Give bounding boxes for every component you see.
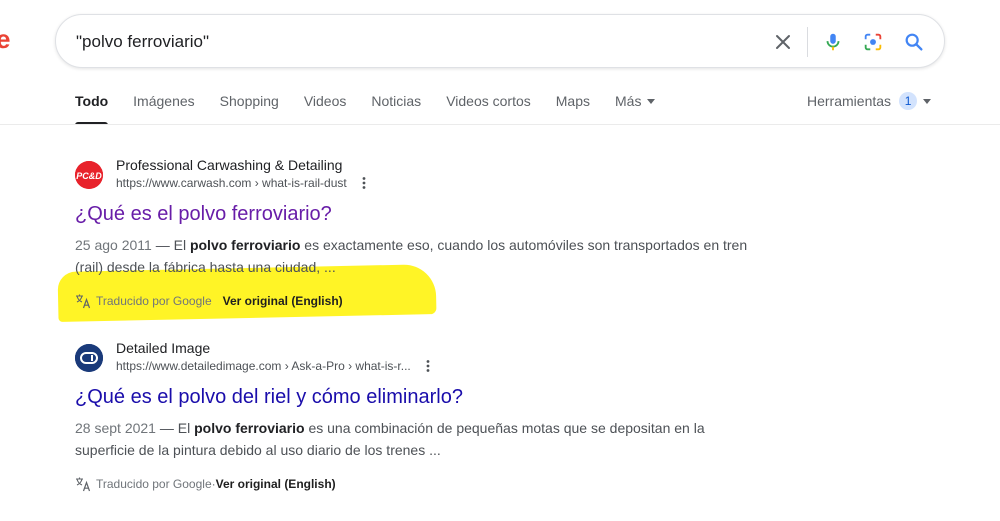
tabs-divider: [0, 124, 1000, 125]
snippet-text: — El: [151, 237, 190, 253]
google-logo-fragment[interactable]: e: [0, 24, 10, 54]
chevron-down-icon: [923, 99, 932, 104]
tab-mas-label: Más: [615, 93, 642, 109]
view-original-link[interactable]: Ver original (English): [216, 477, 336, 491]
result-snippet: 25 ago 2011 — El polvo ferroviario es ex…: [75, 234, 765, 278]
search-input[interactable]: [76, 30, 736, 54]
translate-icon: [76, 294, 91, 309]
tools-label: Herramientas: [807, 93, 892, 109]
view-original-link[interactable]: Ver original (English): [223, 294, 343, 308]
tab-mas[interactable]: Más: [615, 93, 656, 124]
search-tabs: Todo Imágenes Shopping Videos Noticias V…: [75, 93, 680, 125]
snippet-bold: polvo ferroviario: [194, 420, 305, 436]
tab-shopping[interactable]: Shopping: [220, 93, 279, 124]
translation-row: Traducido por Google Ver original (Engli…: [75, 292, 775, 310]
site-favicon[interactable]: [75, 344, 103, 372]
tab-imagenes[interactable]: Imágenes: [133, 93, 194, 124]
microphone-icon[interactable]: [819, 28, 847, 56]
result-date: 28 sept 2021: [75, 420, 156, 436]
clear-icon[interactable]: [769, 28, 797, 56]
result-site-info: PC&D Professional Carwashing & Detailing…: [75, 157, 775, 193]
search-divider: [807, 27, 808, 57]
chevron-down-icon: [647, 99, 656, 104]
result-date: 25 ago 2011: [75, 237, 152, 253]
translated-by-google-label: Traducido por Google: [96, 294, 212, 308]
site-name[interactable]: Detailed Image: [116, 340, 210, 356]
result-title-link[interactable]: ¿Qué es el polvo del riel y cómo elimina…: [75, 384, 775, 410]
carwash-logo-icon: PC&D: [75, 161, 103, 189]
tools-button[interactable]: Herramientas 1: [807, 92, 932, 110]
tab-todo[interactable]: Todo: [75, 93, 109, 125]
site-url-text: https://www.carwash.com › what-is-rail-d…: [116, 176, 347, 190]
site-url[interactable]: https://www.carwash.com › what-is-rail-d…: [116, 176, 371, 190]
tab-videos[interactable]: Videos: [304, 93, 347, 124]
result-title-link[interactable]: ¿Qué es el polvo ferroviario?: [75, 201, 775, 227]
site-name[interactable]: Professional Carwashing & Detailing: [116, 157, 342, 173]
site-url-text: https://www.detailedimage.com › Ask-a-Pr…: [116, 359, 411, 373]
tab-maps[interactable]: Maps: [556, 93, 590, 124]
search-icon[interactable]: [900, 28, 928, 56]
tab-noticias[interactable]: Noticias: [371, 93, 421, 124]
result-site-info: Detailed Image https://www.detailedimage…: [75, 340, 775, 376]
tools-count-badge: 1: [899, 92, 918, 110]
result-snippet: 28 sept 2021 — El polvo ferroviario es u…: [75, 417, 765, 461]
more-options-icon[interactable]: [357, 176, 371, 190]
translated-by-google-label: Traducido por Google: [96, 477, 212, 491]
search-box: [55, 14, 945, 68]
translation-row: Traducido por Google · Ver original (Eng…: [75, 475, 775, 493]
snippet-text: — El: [155, 420, 195, 436]
tab-videos-cortos[interactable]: Videos cortos: [446, 93, 531, 124]
snippet-bold: polvo ferroviario: [189, 237, 301, 253]
translate-icon: [76, 477, 91, 492]
search-result: Detailed Image https://www.detailedimage…: [75, 340, 775, 493]
search-result: PC&D Professional Carwashing & Detailing…: [75, 157, 775, 310]
site-url[interactable]: https://www.detailedimage.com › Ask-a-Pr…: [116, 359, 435, 373]
lens-icon[interactable]: [859, 28, 887, 56]
detailed-image-logo-icon: [75, 344, 103, 372]
site-favicon[interactable]: PC&D: [75, 161, 103, 189]
more-options-icon[interactable]: [421, 359, 435, 373]
svg-text:PC&D: PC&D: [76, 171, 102, 181]
